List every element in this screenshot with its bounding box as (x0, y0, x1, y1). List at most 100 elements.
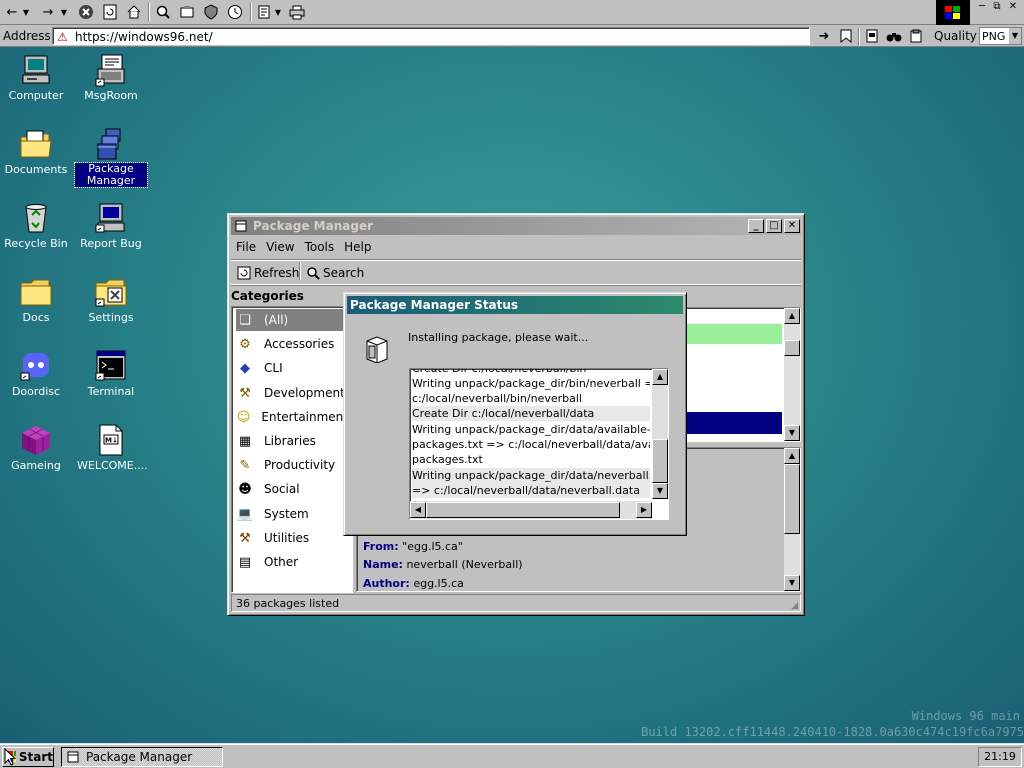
shield-icon[interactable] (201, 2, 221, 22)
search-button[interactable]: Search (306, 264, 364, 282)
scroll-up-icon[interactable]: ▲ (784, 308, 800, 324)
close-button[interactable]: ✕ (784, 219, 800, 233)
menu-file[interactable]: File (231, 240, 261, 254)
desktop-icon-welcome[interactable]: M↓ WELCOME.... (75, 423, 148, 472)
desktop-icon-label: WELCOME.... (77, 459, 148, 472)
search-label: Search (323, 266, 365, 280)
go-arrow-icon[interactable]: ➜ (814, 26, 834, 46)
desktop-icon-documents[interactable]: Documents (0, 127, 72, 176)
clipboard-icon[interactable] (906, 26, 926, 46)
log-vscrollbar[interactable]: ▲ ▼ (652, 369, 668, 499)
scroll-thumb[interactable] (426, 502, 620, 518)
package-icon (67, 751, 79, 763)
desktop-icon-terminal[interactable]: Terminal (75, 349, 147, 398)
desktop-icon-report-bug[interactable]: Report Bug (75, 201, 147, 250)
desktop-icon-computer[interactable]: Computer (0, 53, 72, 102)
scroll-up-icon[interactable]: ▲ (652, 369, 668, 385)
history-icon[interactable] (225, 2, 245, 22)
scroll-down-icon[interactable]: ▼ (784, 575, 800, 591)
resize-grip-icon[interactable]: ◢ (791, 601, 798, 611)
desktop-icon-label: Computer (8, 89, 64, 102)
binoculars-icon[interactable] (884, 26, 904, 46)
back-dropdown-icon[interactable]: ▼ (20, 2, 32, 22)
desktop-icon-docs[interactable]: Docs (0, 275, 72, 324)
log-line: packages.txt => c:/local/neverball/data/… (412, 438, 650, 451)
menu-help[interactable]: Help (339, 240, 376, 254)
close-icon[interactable]: ✕ (1005, 2, 1021, 12)
chevron-down-icon: ▼ (1009, 28, 1021, 44)
address-input[interactable]: ⚠ https://windows96.net/ (52, 27, 810, 45)
edit-dropdown-icon[interactable]: ▼ (273, 2, 283, 22)
menu-tools[interactable]: Tools (300, 240, 340, 254)
package-box-icon (362, 333, 392, 366)
desktop-icon-msgroom[interactable]: MsgRoom (75, 53, 147, 102)
log-line: c:/local/neverball/bin/neverball (412, 392, 582, 405)
category-entertainment[interactable]: ☺ Entertainment (236, 406, 348, 428)
scroll-right-icon[interactable]: ▶ (636, 502, 652, 518)
category-development[interactable]: ⚒ Development (236, 382, 348, 404)
utilities-icon: ⚒ (239, 530, 251, 546)
bookmark-icon[interactable] (836, 26, 856, 46)
desktop-icon-settings[interactable]: Settings (75, 275, 147, 324)
scroll-thumb[interactable] (652, 439, 668, 483)
forward-dropdown-icon[interactable]: ▼ (58, 2, 70, 22)
category-other[interactable]: ▤ Other (236, 551, 348, 573)
package-list-scrollbar[interactable]: ▲ ▼ (784, 308, 800, 441)
home-icon[interactable] (124, 2, 144, 22)
minimize-icon[interactable]: ─ (974, 2, 990, 12)
details-from: From: "egg.l5.ca" (363, 540, 463, 553)
package-manager-titlebar[interactable]: Package Manager _ □ ✕ (231, 217, 801, 235)
page-icon[interactable] (862, 26, 882, 46)
log-line: Create Dir c:/local/neverball/bin (412, 368, 587, 375)
desktop-icon-doordisc[interactable]: Doordisc (0, 349, 72, 398)
category-utilities[interactable]: ⚒ Utilities (236, 527, 348, 549)
stop-icon[interactable] (76, 2, 96, 22)
scroll-left-icon[interactable]: ◀ (410, 502, 426, 518)
format-select[interactable]: PNG ▼ (979, 27, 1022, 45)
minimize-button[interactable]: _ (748, 219, 764, 233)
scroll-thumb[interactable] (784, 340, 800, 356)
category-all[interactable]: ❏ (All) (236, 309, 348, 331)
taskbar-item-label: Package Manager (86, 750, 193, 764)
scroll-down-icon[interactable]: ▼ (652, 483, 668, 499)
back-arrow-icon[interactable]: ← (2, 2, 22, 22)
desktop-icon-label: Settings (88, 311, 134, 324)
status-dialog-titlebar[interactable]: Package Manager Status (347, 296, 683, 314)
scroll-down-icon[interactable]: ▼ (784, 425, 800, 441)
forward-arrow-icon[interactable]: → (38, 2, 58, 22)
address-label: Address (3, 29, 51, 43)
edit-icon[interactable] (255, 2, 275, 22)
scroll-thumb[interactable] (784, 464, 800, 534)
refresh-icon[interactable] (100, 2, 120, 22)
log-hscrollbar[interactable]: ◀ ▶ (410, 501, 652, 519)
quality-label: Quality (934, 29, 977, 43)
print-icon[interactable] (287, 2, 307, 22)
category-system[interactable]: 💻 System (236, 503, 348, 525)
details-scrollbar[interactable]: ▲ ▼ (784, 448, 800, 591)
menu-view[interactable]: View (261, 240, 299, 254)
taskbar-item-package-manager[interactable]: Package Manager (61, 747, 223, 767)
desktop-icon-recycle-bin[interactable]: Recycle Bin (0, 201, 72, 250)
desktop-icon-package-manager[interactable]: Package Manager (74, 127, 148, 188)
restore-icon[interactable]: ⧉ (989, 2, 1005, 12)
category-libraries[interactable]: ▦ Libraries (236, 430, 348, 452)
category-accessories[interactable]: ⚙ Accessories (236, 333, 348, 355)
pm-toolbar: Refresh Search (231, 259, 801, 285)
maximize-button[interactable]: □ (766, 219, 782, 233)
scroll-up-icon[interactable]: ▲ (784, 448, 800, 464)
category-productivity[interactable]: ✎ Productivity (236, 454, 348, 476)
system-tray-clock[interactable]: 21:19 (978, 747, 1022, 767)
favorites-icon[interactable] (177, 2, 197, 22)
diamond-icon: ◆ (240, 360, 250, 376)
social-icon: ☻ (238, 481, 252, 497)
details-name: Name: neverball (Neverball) (363, 558, 523, 571)
category-social[interactable]: ☻ Social (236, 478, 348, 500)
refresh-button[interactable]: Refresh (237, 264, 299, 282)
search-icon[interactable] (153, 2, 173, 22)
desktop-icon-gameing[interactable]: Gameing (0, 423, 72, 472)
desktop-icon-label: Doordisc (11, 385, 61, 398)
category-cli[interactable]: ◆ CLI (236, 357, 348, 379)
desktop-icon-label: Report Bug (80, 237, 142, 250)
desktop-icon-label: Terminal (87, 385, 135, 398)
window-title: Package Manager (253, 219, 373, 233)
